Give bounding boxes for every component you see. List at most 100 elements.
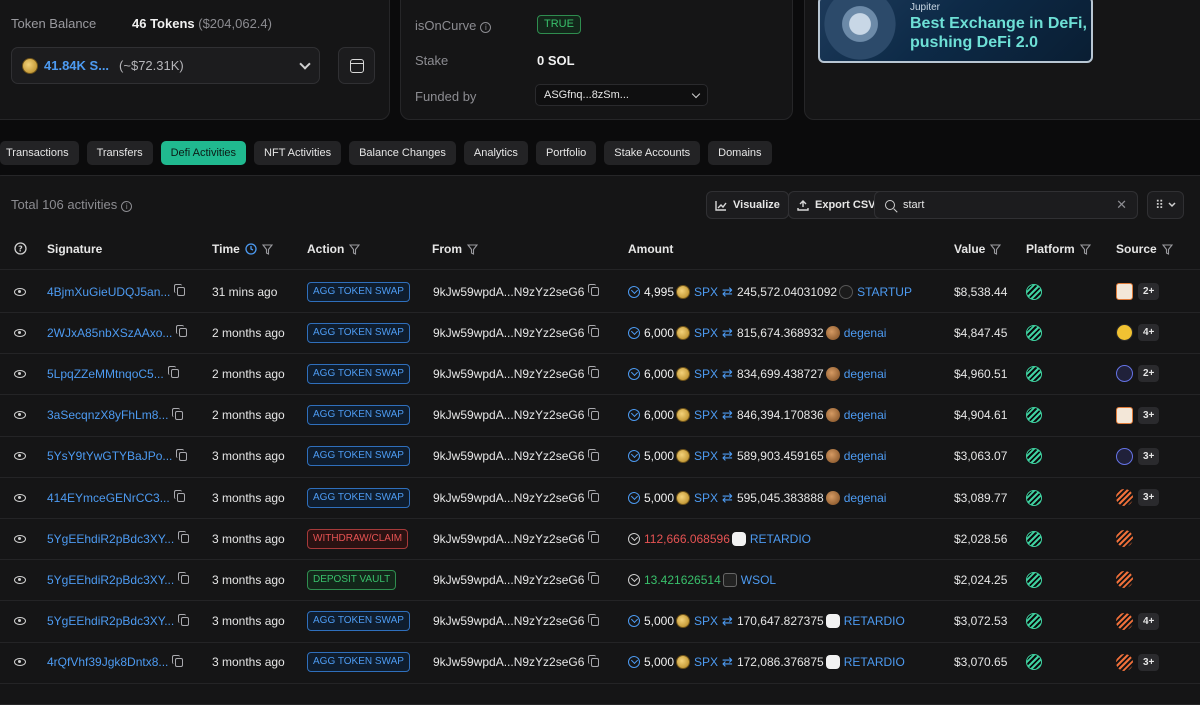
from-address[interactable]: 9kJw59wpdA...N9zYz2seG6 (433, 573, 584, 587)
export-csv-button[interactable]: Export CSV (788, 191, 885, 219)
from-address[interactable]: 9kJw59wpdA...N9zYz2seG6 (433, 326, 584, 340)
search-input[interactable]: start (903, 199, 924, 211)
signature-link[interactable]: 3aSecqnzX8yFhLm8... (47, 408, 168, 422)
clear-icon[interactable]: ✕ (1116, 197, 1127, 213)
help-icon[interactable]: ? (14, 242, 27, 255)
view-button[interactable] (14, 559, 26, 600)
from-address[interactable]: 9kJw59wpdA...N9zYz2seG6 (433, 532, 584, 546)
token-in-link[interactable]: SPX (694, 655, 718, 669)
token-in-link[interactable]: WSOL (741, 573, 776, 587)
token-out-link[interactable]: RETARDIO (844, 614, 905, 628)
source-icon[interactable] (1116, 530, 1133, 548)
platform-icon[interactable] (1026, 365, 1042, 382)
view-button[interactable] (14, 477, 26, 518)
columns-button[interactable]: ⠿ (1147, 191, 1184, 219)
more-sources-badge[interactable]: 3+ (1138, 447, 1160, 465)
source-icon[interactable] (1116, 406, 1133, 424)
portfolio-button[interactable] (338, 47, 375, 84)
copy-icon[interactable] (172, 407, 184, 420)
from-address[interactable]: 9kJw59wpdA...N9zYz2seG6 (433, 285, 584, 299)
expand-icon[interactable] (628, 532, 640, 545)
copy-icon[interactable] (173, 490, 185, 502)
signature-link[interactable]: 2WJxA85nbXSzAAxo... (47, 326, 172, 340)
signature-link[interactable]: 5LpqZZeMMtnqoC5... (47, 367, 164, 381)
more-sources-badge[interactable]: 2+ (1138, 283, 1160, 300)
signature-link[interactable]: 5YgEEhdiR2pBdc3XY... (47, 573, 174, 587)
platform-icon[interactable] (1026, 571, 1042, 588)
tab-portfolio[interactable]: Portfolio (535, 141, 597, 165)
copy-icon[interactable] (588, 325, 600, 338)
more-sources-badge[interactable]: 2+ (1138, 365, 1160, 383)
view-button[interactable] (14, 271, 26, 312)
copy-icon[interactable] (588, 284, 600, 296)
signature-link[interactable]: 5YgEEhdiR2pBdc3XY... (47, 614, 174, 628)
token-out-link[interactable]: degenai (844, 491, 887, 505)
more-sources-badge[interactable]: 4+ (1138, 324, 1160, 342)
copy-icon[interactable] (588, 654, 600, 667)
expand-icon[interactable] (628, 450, 640, 463)
copy-icon[interactable] (588, 490, 600, 502)
platform-icon[interactable] (1026, 530, 1042, 547)
filter-icon[interactable] (1079, 243, 1091, 255)
copy-icon[interactable] (178, 572, 190, 585)
token-in-link[interactable]: SPX (694, 491, 718, 505)
view-button[interactable] (14, 312, 26, 353)
source-icon[interactable] (1116, 365, 1133, 383)
funded-by-select[interactable]: ASGfnq...8zSm... (535, 84, 708, 106)
platform-icon[interactable] (1026, 407, 1042, 424)
expand-icon[interactable] (628, 491, 640, 504)
copy-icon[interactable] (588, 572, 600, 585)
view-button[interactable] (14, 436, 26, 477)
visualize-button[interactable]: Visualize (706, 191, 789, 219)
signature-link[interactable]: 5YgEEhdiR2pBdc3XY... (47, 532, 174, 546)
tab-domains[interactable]: Domains (708, 141, 772, 165)
tab-transactions[interactable]: Transactions (0, 141, 79, 165)
platform-icon[interactable] (1026, 613, 1042, 630)
signature-link[interactable]: 5YsY9tYwGTYBaJPo... (47, 449, 172, 463)
more-sources-badge[interactable]: 4+ (1138, 612, 1160, 630)
signature-link[interactable]: 414EYmceGENrCC3... (47, 491, 170, 505)
filter-icon[interactable] (990, 243, 1002, 255)
view-button[interactable] (14, 395, 26, 436)
token-out-link[interactable]: degenai (844, 449, 887, 463)
tab-nft-activities[interactable]: NFT Activities (254, 141, 342, 165)
token-in-link[interactable]: SPX (694, 367, 718, 381)
view-button[interactable] (14, 353, 26, 394)
from-address[interactable]: 9kJw59wpdA...N9zYz2seG6 (433, 614, 584, 628)
token-out-link[interactable]: degenai (844, 408, 887, 422)
expand-icon[interactable] (628, 573, 640, 586)
copy-icon[interactable] (588, 613, 600, 626)
expand-icon[interactable] (628, 367, 640, 380)
more-sources-badge[interactable]: 3+ (1138, 653, 1160, 671)
token-in-link[interactable]: SPX (694, 449, 718, 463)
platform-icon[interactable] (1026, 489, 1042, 506)
source-icon[interactable] (1116, 612, 1133, 630)
source-icon[interactable] (1116, 324, 1133, 342)
more-sources-badge[interactable]: 3+ (1138, 406, 1160, 424)
from-address[interactable]: 9kJw59wpdA...N9zYz2seG6 (433, 449, 584, 463)
token-out-link[interactable]: degenai (844, 367, 887, 381)
expand-icon[interactable] (628, 285, 640, 298)
platform-icon[interactable] (1026, 654, 1042, 671)
token-in-link[interactable]: RETARDIO (750, 532, 811, 546)
copy-icon[interactable] (174, 284, 186, 296)
copy-icon[interactable] (588, 448, 600, 461)
source-icon[interactable] (1116, 489, 1133, 506)
filter-icon[interactable] (349, 243, 361, 255)
expand-icon[interactable] (628, 326, 640, 339)
filter-icon[interactable] (261, 243, 273, 255)
from-address[interactable]: 9kJw59wpdA...N9zYz2seG6 (433, 491, 584, 505)
filter-icon[interactable] (1161, 243, 1173, 255)
copy-icon[interactable] (172, 654, 184, 667)
platform-icon[interactable] (1026, 448, 1042, 465)
token-in-link[interactable]: SPX (694, 285, 718, 299)
token-out-link[interactable]: STARTUP (857, 285, 912, 299)
token-in-link[interactable]: SPX (694, 614, 718, 628)
source-icon[interactable] (1116, 571, 1133, 589)
copy-icon[interactable] (176, 448, 188, 461)
token-select[interactable]: 41.84K S... (~$72.31K) (11, 47, 320, 84)
jupiter-ad-banner[interactable]: Jupiter Best Exchange in DeFi, pushing De… (818, 0, 1093, 63)
view-button[interactable] (14, 518, 26, 559)
col-time[interactable]: Time (212, 242, 273, 256)
more-sources-badge[interactable]: 3+ (1138, 489, 1160, 506)
